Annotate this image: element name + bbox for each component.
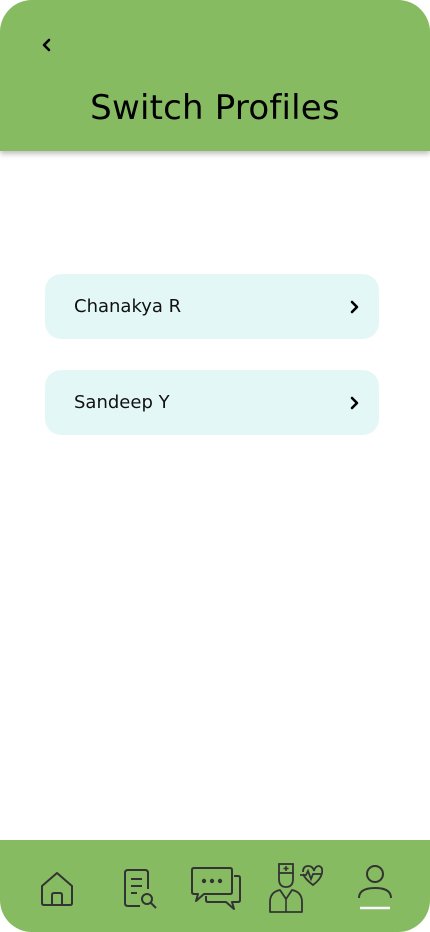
doctor-heartbeat-icon xyxy=(269,863,323,913)
nav-records-button[interactable] xyxy=(112,860,168,916)
chevron-left-icon xyxy=(42,38,51,52)
document-search-icon xyxy=(124,869,157,909)
nav-doctor-button[interactable] xyxy=(267,860,323,916)
profile-item-chanakya[interactable]: Chanakya R xyxy=(45,274,379,339)
back-button[interactable] xyxy=(32,30,60,60)
bottom-navigation xyxy=(0,840,430,932)
profile-name: Sandeep Y xyxy=(74,392,170,413)
profile-list: Chanakya R Sandeep Y xyxy=(45,274,379,466)
nav-home-button[interactable] xyxy=(29,860,85,916)
header-bar: Switch Profiles xyxy=(0,0,430,151)
home-icon xyxy=(41,872,73,906)
profile-item-sandeep[interactable]: Sandeep Y xyxy=(45,370,379,435)
profile-icon xyxy=(358,865,392,910)
nav-profile-button[interactable] xyxy=(347,860,403,916)
chevron-right-icon xyxy=(350,300,359,313)
page-title: Switch Profiles xyxy=(90,88,340,128)
screen: Switch Profiles Chanakya R Sandeep Y xyxy=(0,0,430,932)
chevron-right-icon xyxy=(350,396,359,409)
chat-icon xyxy=(191,867,241,910)
profile-name: Chanakya R xyxy=(74,296,182,317)
nav-chat-button[interactable] xyxy=(188,860,244,916)
